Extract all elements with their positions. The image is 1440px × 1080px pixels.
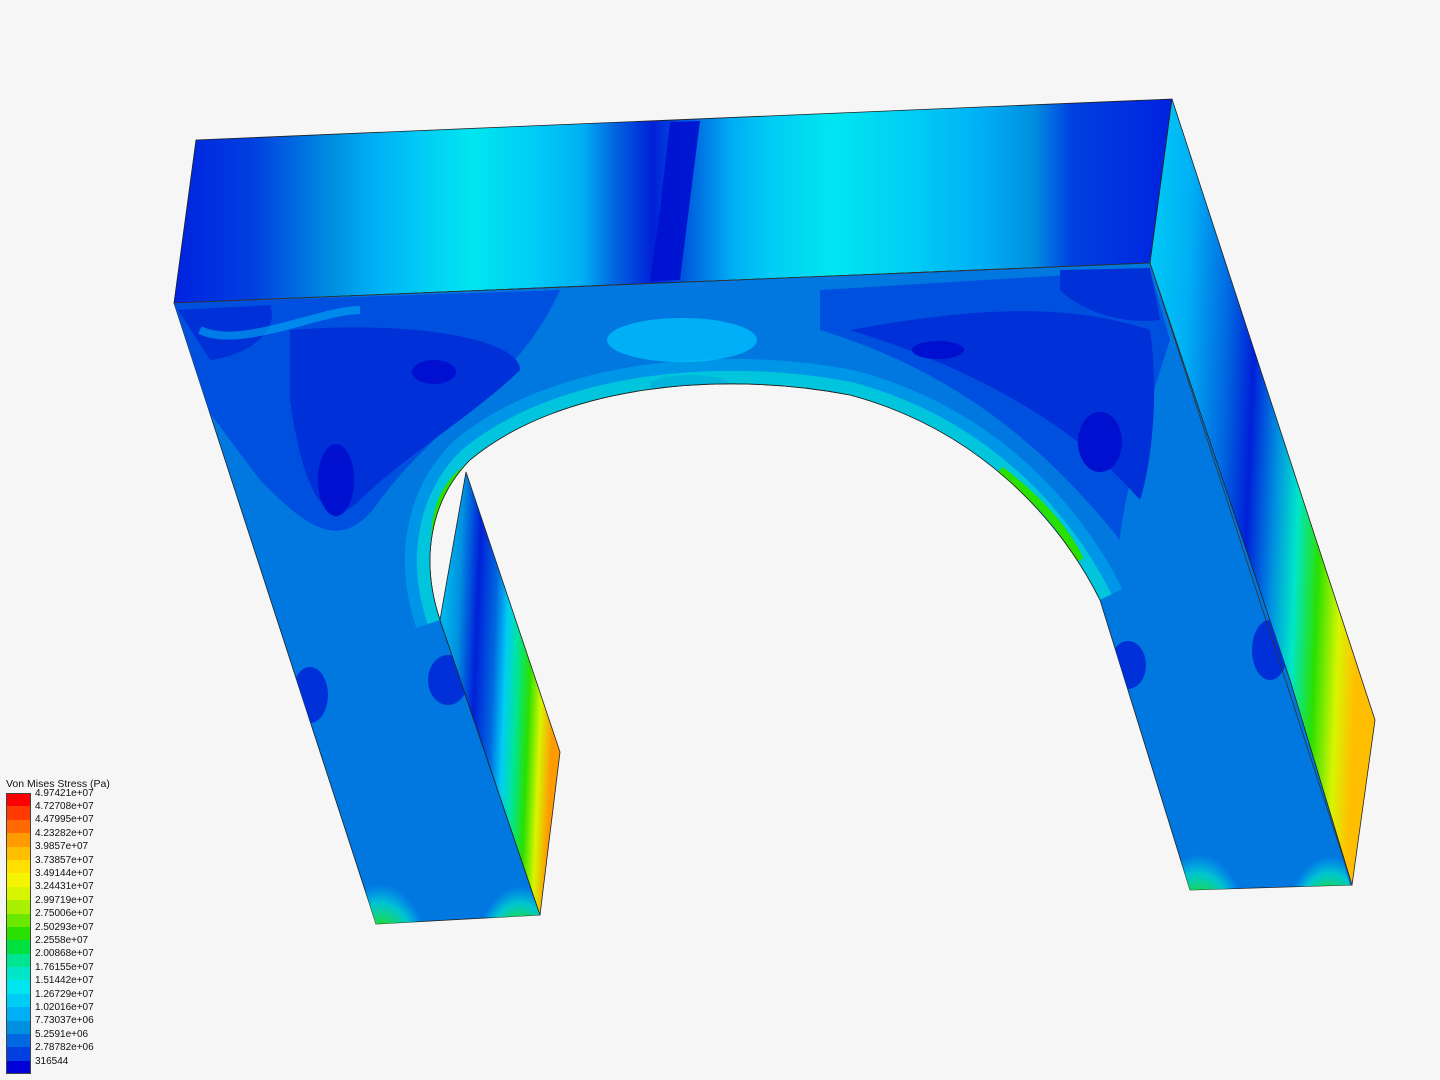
legend-swatch	[6, 1034, 31, 1048]
legend-label: 3.49144e+07	[35, 868, 94, 880]
legend-scale: 4.97421e+07 4.72708e+07 4.47995e+07 4.23282…	[6, 788, 110, 1075]
legend-swatch	[6, 793, 31, 807]
legend-label: 4.97421e+07	[35, 787, 94, 799]
legend-swatch	[6, 846, 31, 860]
legend-label: 1.02016e+07	[35, 1001, 94, 1013]
legend-swatch	[6, 967, 31, 981]
legend-label: 316544	[35, 1055, 69, 1067]
legend-label: 3.24431e+07	[35, 881, 94, 893]
legend-label: 2.00868e+07	[35, 948, 94, 960]
legend-swatch	[6, 873, 31, 887]
legend-swatch	[6, 1060, 31, 1075]
legend-entry: 316544	[6, 1056, 110, 1075]
legend-swatch	[6, 819, 31, 834]
legend-label: 1.26729e+07	[35, 988, 94, 1000]
legend-label: 4.72708e+07	[35, 801, 94, 813]
legend-swatch	[6, 859, 31, 874]
legend-swatch	[6, 1020, 31, 1035]
legend-label: 3.73857e+07	[35, 854, 94, 866]
legend-label: 2.75006e+07	[35, 908, 94, 920]
legend-label: 3.9857e+07	[35, 841, 89, 853]
legend-swatch	[6, 980, 31, 994]
legend-label: 5.2591e+06	[35, 1028, 89, 1040]
legend-label: 7.73037e+06	[35, 1015, 94, 1027]
legend-label: 2.99719e+07	[35, 894, 94, 906]
legend-swatch	[6, 940, 31, 954]
legend-label: 2.50293e+07	[35, 921, 94, 933]
legend-swatch	[6, 993, 31, 1008]
stress-legend: Von Mises Stress (Pa) 4.97421e+07 4.72708…	[6, 778, 110, 1075]
legend-label: 1.51442e+07	[35, 975, 94, 987]
legend-swatch	[6, 833, 31, 847]
legend-swatch	[6, 953, 31, 968]
legend-label: 2.2558e+07	[35, 934, 89, 946]
legend-label: 4.23282e+07	[35, 827, 94, 839]
legend-swatch	[6, 806, 31, 820]
legend-label: 4.47995e+07	[35, 814, 94, 826]
legend-swatch	[6, 1047, 31, 1061]
legend-swatch	[6, 1007, 31, 1021]
legend-label: 1.76155e+07	[35, 961, 94, 973]
legend-swatch	[6, 926, 31, 941]
legend-label: 2.78782e+06	[35, 1042, 94, 1054]
legend-swatch	[6, 886, 31, 901]
legend-swatch	[6, 913, 31, 927]
legend-swatch	[6, 900, 31, 914]
model-viewport[interactable]	[0, 0, 1440, 1080]
